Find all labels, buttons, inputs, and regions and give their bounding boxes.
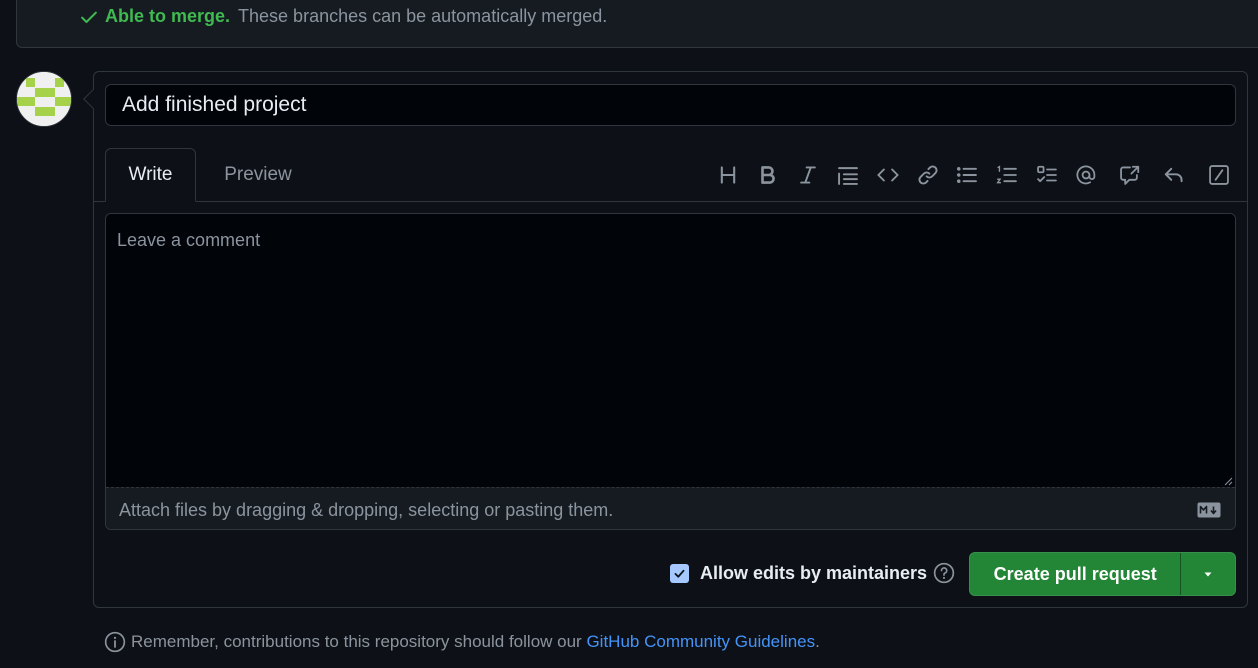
bold-icon[interactable]: [754, 161, 782, 189]
create-pr-dropdown-button[interactable]: [1180, 553, 1235, 595]
guidelines-prefix: Remember, contributions to this reposito…: [131, 632, 587, 651]
attach-files-text: Attach files by dragging & dropping, sel…: [119, 500, 614, 520]
link-icon[interactable]: [914, 161, 942, 189]
identicon: [17, 72, 71, 126]
markdown-icon[interactable]: [1197, 502, 1221, 518]
check-icon: [81, 11, 97, 23]
allow-edits-label[interactable]: Allow edits by maintainers: [700, 563, 927, 584]
avatar[interactable]: [16, 71, 72, 127]
comment-box: Attach files by dragging & dropping, sel…: [105, 213, 1236, 530]
info-icon: [104, 631, 126, 653]
triangle-down-icon: [1204, 572, 1212, 577]
ordered-list-icon[interactable]: [993, 161, 1021, 189]
italic-icon[interactable]: [794, 161, 822, 189]
pr-title-input[interactable]: [105, 84, 1236, 126]
reply-icon[interactable]: [1160, 161, 1188, 189]
community-guidelines-link[interactable]: GitHub Community Guidelines: [586, 632, 815, 652]
task-list-icon[interactable]: [1033, 161, 1061, 189]
allow-edits-row: Allow edits by maintainers: [670, 562, 955, 584]
tab-preview[interactable]: Preview: [208, 148, 308, 202]
help-icon[interactable]: [933, 562, 955, 584]
unordered-list-icon[interactable]: [953, 161, 981, 189]
create-pr-button-group: Create pull request: [969, 552, 1236, 596]
heading-icon[interactable]: [714, 161, 742, 189]
comment-textarea[interactable]: [106, 214, 1235, 487]
code-icon[interactable]: [874, 161, 902, 189]
mention-icon[interactable]: [1072, 161, 1100, 189]
resize-handle-icon[interactable]: [1223, 476, 1233, 486]
merge-status-line: Able to merge. These branches can be aut…: [79, 6, 607, 27]
merge-status-panel: Able to merge. These branches can be aut…: [16, 0, 1258, 48]
attach-files-bar[interactable]: Attach files by dragging & dropping, sel…: [106, 487, 1235, 529]
quote-icon[interactable]: [834, 161, 862, 189]
checkmark-icon: [674, 569, 685, 578]
cross-reference-icon[interactable]: [1116, 161, 1144, 189]
guidelines-suffix: .: [815, 632, 820, 651]
merge-status-title: Able to merge.: [105, 6, 231, 26]
tab-write[interactable]: Write: [105, 148, 196, 202]
slash-command-icon[interactable]: [1205, 161, 1233, 189]
guidelines-note: Remember, contributions to this reposito…: [104, 631, 820, 653]
merge-status-detail: These branches can be automatically merg…: [238, 6, 608, 26]
create-pull-request-button[interactable]: Create pull request: [970, 553, 1180, 595]
allow-edits-checkbox[interactable]: [670, 563, 689, 583]
